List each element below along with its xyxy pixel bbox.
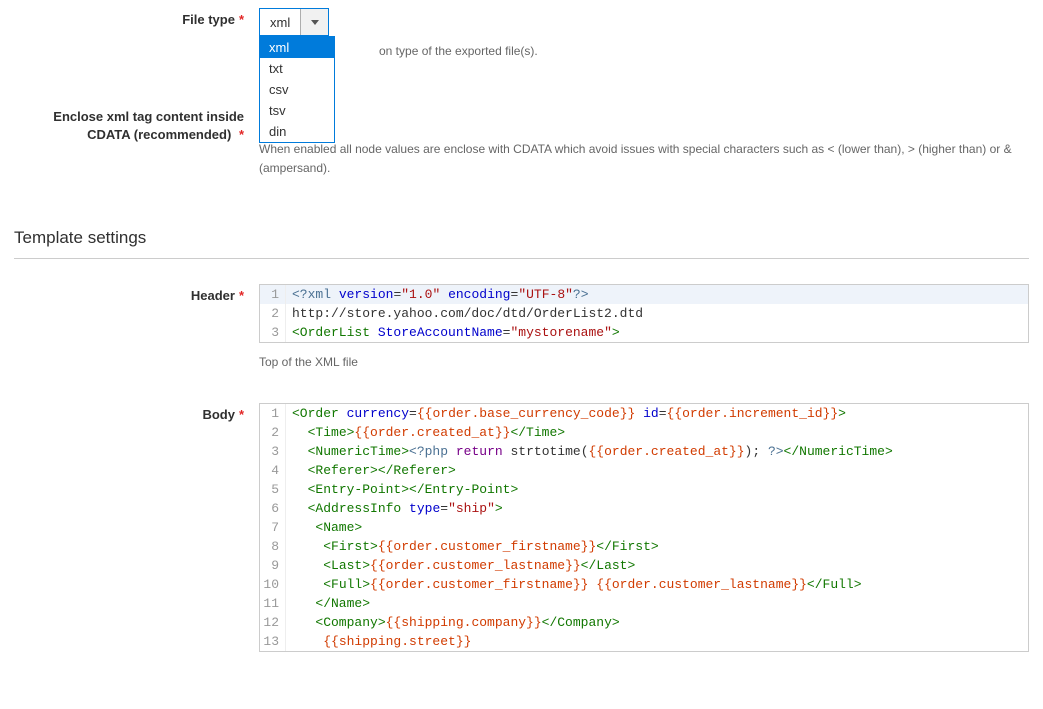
code-content[interactable]: {{shipping.street}} xyxy=(286,632,471,651)
enclose-cdata-label: Enclose xml tag content inside CDATA (re… xyxy=(14,104,259,144)
template-settings-title: Template settings xyxy=(14,228,1029,248)
code-line[interactable]: 3 <NumericTime><?php return strtotime({{… xyxy=(260,442,1028,461)
header-label: Header * xyxy=(14,284,259,303)
line-number: 13 xyxy=(260,632,286,651)
file-type-select[interactable]: xml xmltxtcsvtsvdin xyxy=(259,8,329,36)
line-number: 3 xyxy=(260,323,286,342)
select-current-value: xml xyxy=(260,15,300,30)
code-line[interactable]: 8 <First>{{order.customer_firstname}}</F… xyxy=(260,537,1028,556)
header-note: Top of the XML file xyxy=(259,355,1029,369)
line-number: 11 xyxy=(260,594,286,613)
enclose-cdata-value: When enabled all node values are enclose… xyxy=(259,104,1029,178)
code-line[interactable]: 1<?xml version="1.0" encoding="UTF-8"?> xyxy=(260,285,1028,304)
code-line[interactable]: 11 </Name> xyxy=(260,594,1028,613)
code-line[interactable]: 6 <AddressInfo type="ship"> xyxy=(260,499,1028,518)
body-row: Body * 1<Order currency={{order.base_curr… xyxy=(14,403,1029,652)
header-editor[interactable]: 1<?xml version="1.0" encoding="UTF-8"?>2… xyxy=(259,284,1029,343)
code-content[interactable]: <Time>{{order.created_at}}</Time> xyxy=(286,423,565,442)
chevron-down-icon xyxy=(311,20,319,25)
line-number: 9 xyxy=(260,556,286,575)
code-content[interactable]: <AddressInfo type="ship"> xyxy=(286,499,503,518)
line-number: 12 xyxy=(260,613,286,632)
code-content[interactable]: <Name> xyxy=(286,518,362,537)
code-line[interactable]: 2http://store.yahoo.com/doc/dtd/OrderLis… xyxy=(260,304,1028,323)
line-number: 2 xyxy=(260,423,286,442)
code-line[interactable]: 4 <Referer></Referer> xyxy=(260,461,1028,480)
code-content[interactable]: <Company>{{shipping.company}}</Company> xyxy=(286,613,620,632)
enclose-cdata-help: When enabled all node values are enclose… xyxy=(259,140,1029,178)
file-type-row: File type * xml xmltxtcsvtsvdin on type o… xyxy=(14,8,1029,58)
body-label: Body * xyxy=(14,403,259,422)
code-content[interactable]: http://store.yahoo.com/doc/dtd/OrderList… xyxy=(286,304,643,323)
required-asterisk: * xyxy=(239,127,244,142)
code-line[interactable]: 2 <Time>{{order.created_at}}</Time> xyxy=(260,423,1028,442)
label-text: Header xyxy=(191,288,235,303)
code-line[interactable]: 3<OrderList StoreAccountName="mystorenam… xyxy=(260,323,1028,342)
section-divider xyxy=(14,258,1029,259)
label-text: Body xyxy=(202,407,235,422)
code-content[interactable]: <Referer></Referer> xyxy=(286,461,456,480)
code-content[interactable]: </Name> xyxy=(286,594,370,613)
header-row: Header * 1<?xml version="1.0" encoding="U… xyxy=(14,284,1029,397)
file-type-value: xml xmltxtcsvtsvdin on type of the expor… xyxy=(259,8,1029,58)
code-content[interactable]: <Last>{{order.customer_lastname}}</Last> xyxy=(286,556,635,575)
label-line2: CDATA (recommended) xyxy=(87,127,231,142)
dropdown-option-txt[interactable]: txt xyxy=(260,58,334,79)
file-type-dropdown[interactable]: xmltxtcsvtsvdin xyxy=(259,36,335,143)
dropdown-option-xml[interactable]: xml xyxy=(260,37,334,58)
required-asterisk: * xyxy=(239,407,244,422)
code-line[interactable]: 5 <Entry-Point></Entry-Point> xyxy=(260,480,1028,499)
code-line[interactable]: 12 <Company>{{shipping.company}}</Compan… xyxy=(260,613,1028,632)
code-content[interactable]: <Full>{{order.customer_firstname}} {{ord… xyxy=(286,575,862,594)
code-content[interactable]: <?xml version="1.0" encoding="UTF-8"?> xyxy=(286,285,589,304)
line-number: 8 xyxy=(260,537,286,556)
code-line[interactable]: 9 <Last>{{order.customer_lastname}}</Las… xyxy=(260,556,1028,575)
body-editor[interactable]: 1<Order currency={{order.base_currency_c… xyxy=(259,403,1029,652)
line-number: 10 xyxy=(260,575,286,594)
line-number: 3 xyxy=(260,442,286,461)
code-content[interactable]: <Order currency={{order.base_currency_co… xyxy=(286,404,846,423)
code-content[interactable]: <OrderList StoreAccountName="mystorename… xyxy=(286,323,620,342)
line-number: 2 xyxy=(260,304,286,323)
line-number: 5 xyxy=(260,480,286,499)
code-content[interactable]: <NumericTime><?php return strtotime({{or… xyxy=(286,442,893,461)
file-type-help: on type of the exported file(s). xyxy=(379,44,1029,58)
line-number: 6 xyxy=(260,499,286,518)
code-line[interactable]: 10 <Full>{{order.customer_firstname}} {{… xyxy=(260,575,1028,594)
select-display[interactable]: xml xyxy=(259,8,329,36)
code-line[interactable]: 7 <Name> xyxy=(260,518,1028,537)
line-number: 1 xyxy=(260,404,286,423)
code-content[interactable]: <First>{{order.customer_firstname}}</Fir… xyxy=(286,537,659,556)
code-line[interactable]: 1<Order currency={{order.base_currency_c… xyxy=(260,404,1028,423)
dropdown-option-din[interactable]: din xyxy=(260,121,334,142)
select-toggle-button[interactable] xyxy=(300,9,328,35)
enclose-cdata-row: Enclose xml tag content inside CDATA (re… xyxy=(14,104,1029,178)
label-line1: Enclose xml tag content inside xyxy=(53,109,244,124)
label-text: File type xyxy=(182,12,235,27)
line-number: 1 xyxy=(260,285,286,304)
required-asterisk: * xyxy=(239,288,244,303)
code-line[interactable]: 13 {{shipping.street}} xyxy=(260,632,1028,651)
dropdown-option-tsv[interactable]: tsv xyxy=(260,100,334,121)
dropdown-option-csv[interactable]: csv xyxy=(260,79,334,100)
file-type-label: File type * xyxy=(14,8,259,27)
line-number: 7 xyxy=(260,518,286,537)
code-content[interactable]: <Entry-Point></Entry-Point> xyxy=(286,480,518,499)
line-number: 4 xyxy=(260,461,286,480)
body-value: 1<Order currency={{order.base_currency_c… xyxy=(259,403,1029,652)
required-asterisk: * xyxy=(239,12,244,27)
header-value: 1<?xml version="1.0" encoding="UTF-8"?>2… xyxy=(259,284,1029,397)
